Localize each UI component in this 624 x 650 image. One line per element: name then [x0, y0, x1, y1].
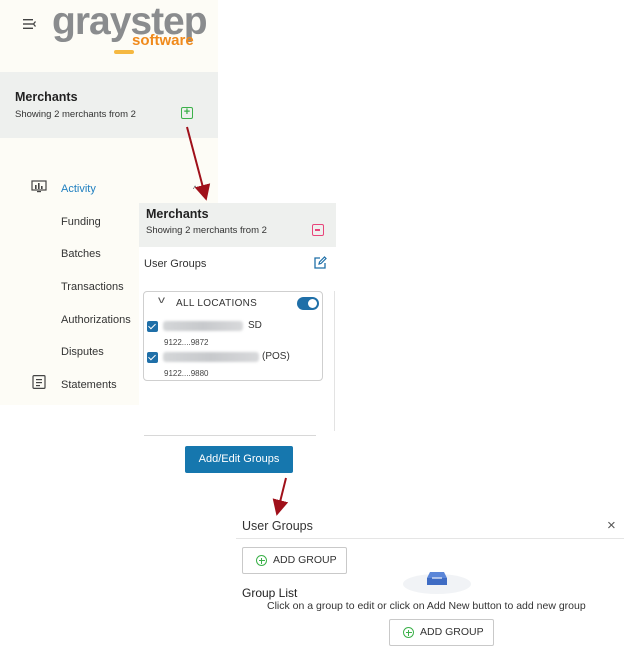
- group-list-heading: Group List: [242, 586, 298, 600]
- logo-accent: [114, 50, 134, 54]
- popup-header: Merchants Showing 2 merchants from 2: [139, 203, 336, 247]
- collapse-merchants-icon[interactable]: [312, 224, 324, 236]
- location-checkbox[interactable]: [147, 352, 158, 363]
- redacted-location-name: [163, 352, 259, 362]
- user-groups-dialog: User Groups × ADD GROUP Group List Click…: [236, 514, 624, 650]
- popup-merchants-count: Showing 2 merchants from 2: [146, 225, 267, 236]
- add-edit-groups-button[interactable]: Add/Edit Groups: [185, 446, 293, 473]
- location-id: 9122....9872: [164, 338, 209, 347]
- divider: [144, 435, 316, 436]
- location-checkbox[interactable]: [147, 321, 158, 332]
- add-group-button[interactable]: ADD GROUP: [242, 547, 347, 574]
- all-locations-label: ALL LOCATIONS: [176, 298, 258, 309]
- merchants-title: Merchants: [15, 90, 78, 104]
- location-id: 9122....9880: [164, 369, 209, 378]
- nav-batches[interactable]: Batches: [61, 248, 101, 260]
- scroll-divider: [334, 291, 335, 431]
- empty-inbox-illustration: [403, 572, 471, 594]
- location-tag: SD: [248, 320, 262, 331]
- redacted-location-name: [163, 321, 243, 331]
- add-group-label: ADD GROUP: [420, 626, 484, 638]
- plus-circle-icon: [403, 627, 414, 638]
- close-icon[interactable]: ×: [607, 517, 616, 534]
- nav-funding[interactable]: Funding: [61, 216, 101, 228]
- all-locations-toggle[interactable]: [297, 297, 319, 310]
- merchants-count: Showing 2 merchants from 2: [15, 109, 136, 120]
- user-groups-label: User Groups: [144, 258, 207, 270]
- monitor-chart-icon: [31, 180, 47, 193]
- dialog-title: User Groups: [242, 519, 313, 533]
- graystep-logo: graystep software: [52, 2, 212, 54]
- group-list-hint: Click on a group to edit or click on Add…: [267, 600, 586, 612]
- merchants-popup: Merchants Showing 2 merchants from 2 Use…: [139, 203, 336, 475]
- nav-disputes[interactable]: Disputes: [61, 346, 104, 358]
- nav-authorizations[interactable]: Authorizations: [61, 314, 131, 326]
- add-group-label: ADD GROUP: [273, 554, 337, 566]
- edit-icon[interactable]: [313, 256, 327, 270]
- chevron-down-icon[interactable]: v: [158, 295, 165, 306]
- popup-merchants-title: Merchants: [146, 207, 209, 221]
- expand-merchants-icon[interactable]: +: [181, 107, 193, 119]
- chevron-up-icon[interactable]: ^: [193, 184, 197, 194]
- add-group-button[interactable]: ADD GROUP: [389, 619, 494, 646]
- nav-transactions[interactable]: Transactions: [61, 281, 124, 293]
- nav-statements[interactable]: Statements: [61, 379, 117, 391]
- locations-group: v ALL LOCATIONS SD 9122....9872 (POS) 91…: [143, 291, 323, 381]
- location-tag: (POS): [262, 351, 290, 362]
- arrow-to-dialog: [272, 477, 289, 516]
- nav-activity[interactable]: Activity: [61, 183, 96, 195]
- statement-document-icon: [32, 375, 46, 389]
- dialog-header-divider: [236, 538, 624, 539]
- plus-circle-icon: [256, 555, 267, 566]
- merchants-panel: Merchants Showing 2 merchants from 2 +: [0, 72, 218, 138]
- logo-subtitle: software: [132, 32, 194, 49]
- menu-toggle-icon[interactable]: [22, 16, 38, 32]
